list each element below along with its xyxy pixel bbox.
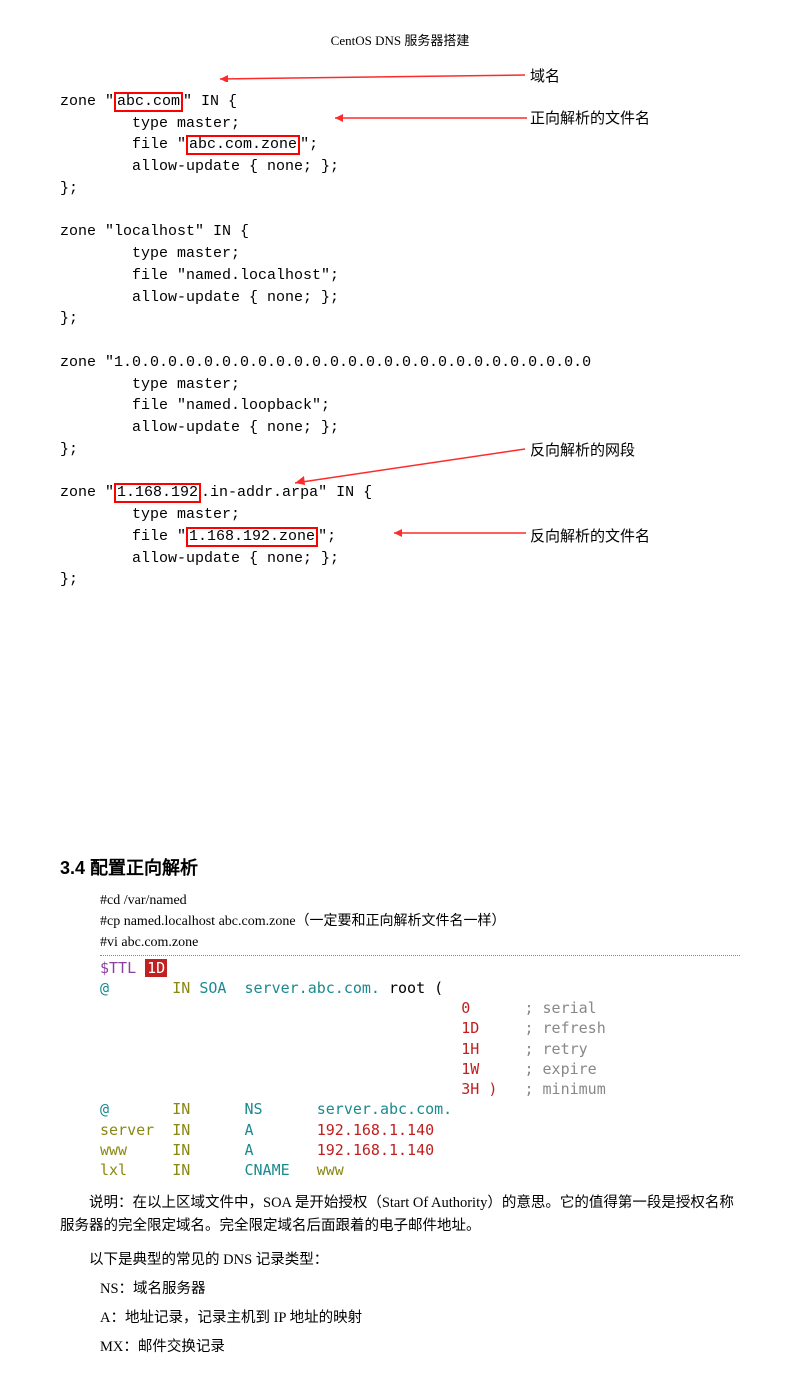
zone1-allow: allow-update { none; }; [60, 158, 339, 175]
zone4-file: file "1.168.192.zone"; [60, 528, 336, 545]
zone2-l1: zone "localhost" IN { [60, 223, 249, 240]
hl-fwd-file: abc.com.zone [186, 135, 300, 155]
explain-mx: MX：邮件交换记录 [100, 1336, 740, 1359]
retry-c: ; retry [524, 1040, 587, 1058]
zone1-close: }; [60, 180, 78, 197]
soa-kw: SOA [199, 979, 226, 997]
explain-a: A：地址记录，记录主机到 IP 地址的映射 [100, 1307, 740, 1330]
r3-type: A [245, 1141, 254, 1159]
zone3-l5: }; [60, 441, 78, 458]
annot-rev-net: 反向解析的网段 [530, 441, 635, 463]
zone3-l3: file "named.loopback"; [60, 397, 330, 414]
min-c: ; minimum [524, 1080, 605, 1098]
zone-file-content: $TTL 1D @ IN SOA server.abc.com. root ( … [100, 955, 740, 1181]
r2-val: 192.168.1.140 [317, 1121, 434, 1139]
hl-rev-file: 1.168.192.zone [186, 527, 318, 547]
annot-domain: 域名 [530, 67, 560, 89]
soa-at: @ [100, 979, 109, 997]
cmd-cd: #cd /var/named [100, 890, 740, 911]
r2-type: A [245, 1121, 254, 1139]
explain-p2: 以下是典型的常见的 DNS 记录类型： [60, 1249, 740, 1271]
soa-root: root ( [389, 979, 443, 997]
r4-host: lxl [100, 1161, 127, 1179]
cmd-cp: #cp named.localhost abc.com.zone（一定要和正向解… [100, 911, 740, 932]
zone4-line1: zone "1.168.192.in-addr.arpa" IN { [60, 484, 372, 501]
soa-in: IN [172, 979, 190, 997]
r2-in: IN [172, 1121, 190, 1139]
zone2-l4: allow-update { none; }; [60, 289, 339, 306]
zone4-type: type master; [60, 506, 240, 523]
hl-domain: abc.com [114, 92, 183, 112]
serial-v: 0 [461, 999, 470, 1017]
cmd-vi: #vi abc.com.zone [100, 932, 740, 953]
explain-ns: NS：域名服务器 [100, 1278, 740, 1301]
r2-host: server [100, 1121, 154, 1139]
refresh-c: ; refresh [524, 1019, 605, 1037]
hl-rev-net: 1.168.192 [114, 483, 201, 503]
zone2-l2: type master; [60, 245, 240, 262]
arrow-3 [295, 447, 530, 487]
refresh-v: 1D [461, 1019, 479, 1037]
serial-c: ; serial [524, 999, 596, 1017]
arrow-2 [335, 114, 530, 122]
r1-val: server.abc.com. [317, 1100, 452, 1118]
r1-in: IN [172, 1100, 190, 1118]
r3-in: IN [172, 1141, 190, 1159]
zone2-l3: file "named.localhost"; [60, 267, 339, 284]
zone3-l1: zone "1.0.0.0.0.0.0.0.0.0.0.0.0.0.0.0.0.… [60, 354, 591, 371]
annot-rev-file: 反向解析的文件名 [530, 527, 650, 549]
min-v: 3H ) [461, 1080, 497, 1098]
zone3-l2: type master; [60, 376, 240, 393]
zone2-l5: }; [60, 310, 78, 327]
retry-v: 1H [461, 1040, 479, 1058]
r3-host: www [100, 1141, 127, 1159]
r4-type: CNAME [245, 1161, 290, 1179]
zone1-file: file "abc.com.zone"; [60, 136, 318, 153]
arrow-4 [394, 528, 529, 538]
r1-host: @ [100, 1100, 109, 1118]
r3-val: 192.168.1.140 [317, 1141, 434, 1159]
zone4-close: }; [60, 571, 78, 588]
shell-commands: #cd /var/named #cp named.localhost abc.c… [100, 890, 740, 953]
zone1-line1: zone "abc.com" IN { [60, 93, 237, 110]
section-3-4-heading: 3.4 配置正向解析 [60, 854, 740, 880]
expire-v: 1W [461, 1060, 479, 1078]
expire-c: ; expire [524, 1060, 596, 1078]
r4-val: www [317, 1161, 344, 1179]
r1-type: NS [245, 1100, 263, 1118]
zone4-allow: allow-update { none; }; [60, 550, 339, 567]
ttl-value: 1D [145, 959, 167, 977]
named-conf-snippet: zone "abc.com" IN { type master; file "a… [60, 69, 740, 809]
arrow-1 [220, 72, 530, 82]
zone3-l4: allow-update { none; }; [60, 419, 339, 436]
explain-p1: 说明：在以上区域文件中，SOA 是开始授权（Start Of Authority… [60, 1192, 740, 1237]
doc-title: CentOS DNS 服务器搭建 [60, 30, 740, 49]
soa-host: server.abc.com. [245, 979, 380, 997]
annot-fwd-file: 正向解析的文件名 [530, 109, 650, 131]
r4-in: IN [172, 1161, 190, 1179]
ttl-label: $TTL [100, 959, 145, 977]
zone1-type: type master; [60, 115, 240, 132]
